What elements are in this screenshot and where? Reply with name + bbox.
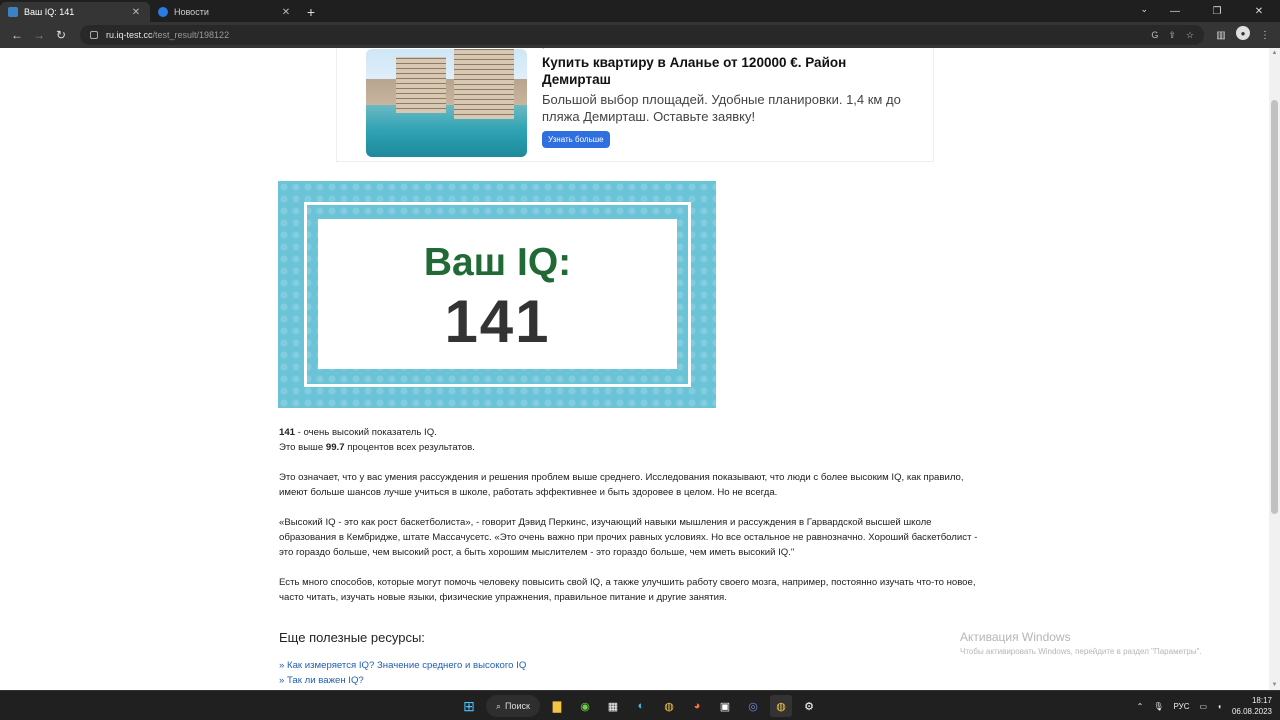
volume-icon[interactable]: ◖ bbox=[1217, 702, 1222, 711]
microphone-icon[interactable]: 🎙︎ bbox=[1153, 702, 1163, 711]
google-icon[interactable]: G bbox=[1151, 30, 1158, 41]
browser-toolbar: ← → ↻ ru.iq-test.cc /test_result/198122 … bbox=[0, 22, 1280, 48]
watermark-title: Активация Windows bbox=[960, 630, 1071, 644]
menu-dots-icon[interactable]: ⋮ bbox=[1256, 26, 1274, 44]
sidebar-icon[interactable]: ▥ bbox=[1212, 26, 1230, 44]
window-controls: — ❐ ✕ bbox=[1154, 0, 1280, 22]
share-icon[interactable]: ⇪ bbox=[1168, 30, 1176, 41]
ad-block[interactable]: • Купить квартиру в Аланье от 120000 €. … bbox=[336, 48, 934, 162]
ad-title[interactable]: Купить квартиру в Аланье от 120000 €. Ра… bbox=[542, 54, 902, 88]
news-favicon-icon bbox=[158, 7, 168, 17]
search-icon: ⌕ bbox=[496, 700, 502, 711]
iq-value: 141 bbox=[444, 288, 551, 355]
system-tray: ⌃ 🎙︎ РУС ▭ ◖ 18:17 06.08.2023 bbox=[1137, 691, 1272, 720]
close-icon[interactable]: ✕ bbox=[280, 7, 292, 18]
taskbar-apps: ⊞ ⌕ Поиск ▇ ◉ ▦ ◐ ◍ ◕ ▣ ◎ ◍ ⚙ bbox=[458, 695, 820, 717]
omnibox-actions: G ⇪ ☆ bbox=[1151, 30, 1194, 41]
iq-label: Ваш IQ: bbox=[423, 241, 572, 284]
tab-label: Новости bbox=[174, 7, 209, 17]
minimize-icon[interactable]: — bbox=[1154, 0, 1196, 22]
paragraph-improve: Есть много способов, которые могут помоч… bbox=[279, 577, 976, 603]
star-icon[interactable]: ☆ bbox=[1186, 30, 1194, 41]
chrome-icon[interactable]: ◍ bbox=[658, 695, 680, 717]
taskbar-search[interactable]: ⌕ Поиск bbox=[486, 695, 540, 717]
page-scrollbar[interactable]: ▲ ▼ bbox=[1269, 48, 1280, 690]
card-inner: Ваш IQ: 141 bbox=[318, 219, 677, 369]
resource-link-importance[interactable]: » Так ли важен IQ? bbox=[279, 675, 364, 686]
ad-marker-icon: • bbox=[542, 48, 545, 52]
address-bar[interactable]: ru.iq-test.cc /test_result/198122 G ⇪ ☆ bbox=[80, 25, 1204, 45]
url-host: ru.iq-test.cc bbox=[106, 30, 153, 40]
avatar[interactable]: ● bbox=[1236, 26, 1250, 40]
result-article: 141 - очень высокий показатель IQ. Это в… bbox=[279, 425, 979, 620]
clock-date: 06.08.2023 bbox=[1231, 707, 1272, 716]
url-path: /test_result/198122 bbox=[152, 30, 230, 40]
close-window-icon[interactable]: ✕ bbox=[1238, 0, 1280, 22]
back-arrow-icon[interactable]: ← bbox=[6, 24, 28, 46]
windows-activation-watermark: Активация Windows Чтобы активировать Win… bbox=[960, 630, 1202, 656]
forward-arrow-icon[interactable]: → bbox=[28, 24, 50, 46]
tab-strip: Ваш IQ: 141 ✕ Новости ✕ + ⌄ — ❐ ✕ bbox=[0, 0, 1280, 22]
score-text: - очень высокий показатель IQ. bbox=[295, 427, 437, 438]
reload-icon[interactable]: ↻ bbox=[50, 24, 72, 46]
toolbar-right: ▥ ● ⋮ bbox=[1212, 26, 1274, 44]
discord-icon[interactable]: ◎ bbox=[742, 695, 764, 717]
new-tab-button[interactable]: + bbox=[300, 2, 322, 22]
scroll-down-icon[interactable]: ▼ bbox=[1269, 682, 1280, 688]
clock[interactable]: 18:17 06.08.2023 bbox=[1232, 695, 1272, 717]
windows-taskbar: ⊞ ⌕ Поиск ▇ ◉ ▦ ◐ ◍ ◕ ▣ ◎ ◍ ⚙ ⌃ 🎙︎ РУС ▭… bbox=[0, 690, 1280, 720]
paragraph-quote: «Высокий IQ - это как рост баскетболиста… bbox=[279, 517, 978, 558]
percent-bold: 99.7 bbox=[325, 442, 345, 453]
iq-result-card: Ваш IQ: 141 bbox=[278, 181, 716, 408]
close-icon[interactable]: ✕ bbox=[130, 7, 142, 18]
language-indicator[interactable]: РУС bbox=[1174, 702, 1190, 711]
store-icon[interactable]: ▦ bbox=[602, 695, 624, 717]
resource-link-measure[interactable]: » Как измеряется IQ? Значение среднего и… bbox=[279, 660, 526, 671]
search-label: Поиск bbox=[505, 701, 530, 711]
ad-description: Большой выбор площадей. Удобные планиров… bbox=[542, 92, 901, 124]
xbox-icon[interactable]: ◉ bbox=[574, 695, 596, 717]
score-paragraph: 141 - очень высокий показатель IQ. Это в… bbox=[279, 425, 979, 455]
percent-suffix: процентов всех результатов. bbox=[344, 442, 475, 453]
ad-image[interactable] bbox=[366, 49, 527, 157]
tab-label: Ваш IQ: 141 bbox=[24, 7, 75, 17]
restore-icon[interactable]: ❐ bbox=[1196, 0, 1238, 22]
scroll-up-icon[interactable]: ▲ bbox=[1269, 50, 1280, 56]
chrome-active-icon[interactable]: ◍ bbox=[770, 695, 792, 717]
score-bold: 141 bbox=[279, 427, 296, 438]
watermark-subtitle: Чтобы активировать Windows, перейдите в … bbox=[960, 647, 1202, 656]
paragraph-meaning: Это означает, что у вас умения рассужден… bbox=[279, 472, 964, 498]
settings-gear-icon[interactable]: ⚙ bbox=[798, 695, 820, 717]
windows-start-icon[interactable]: ⊞ bbox=[458, 695, 480, 717]
resources-title: Еще полезные ресурсы: bbox=[279, 630, 425, 645]
chevron-down-icon[interactable]: ⌄ bbox=[1140, 4, 1148, 15]
clock-time: 18:17 bbox=[1251, 696, 1272, 705]
edge-icon[interactable]: ◐ bbox=[630, 695, 652, 717]
page-viewport: • Купить квартиру в Аланье от 120000 €. … bbox=[0, 48, 1269, 690]
chevron-up-icon[interactable]: ⌃ bbox=[1137, 702, 1144, 711]
tab-iq-result[interactable]: Ваш IQ: 141 ✕ bbox=[0, 2, 150, 22]
scrollbar-thumb[interactable] bbox=[1271, 100, 1278, 514]
network-icon[interactable]: ▭ bbox=[1200, 702, 1208, 711]
photos-icon[interactable]: ▣ bbox=[714, 695, 736, 717]
ad-learn-more-button[interactable]: Узнать больше bbox=[542, 131, 610, 148]
iq-favicon-icon bbox=[8, 7, 18, 17]
lock-icon bbox=[90, 31, 98, 39]
percent-prefix: Это выше bbox=[279, 442, 326, 453]
firefox-icon[interactable]: ◕ bbox=[686, 695, 708, 717]
tab-news[interactable]: Новости ✕ bbox=[150, 2, 300, 22]
file-explorer-icon[interactable]: ▇ bbox=[546, 695, 568, 717]
